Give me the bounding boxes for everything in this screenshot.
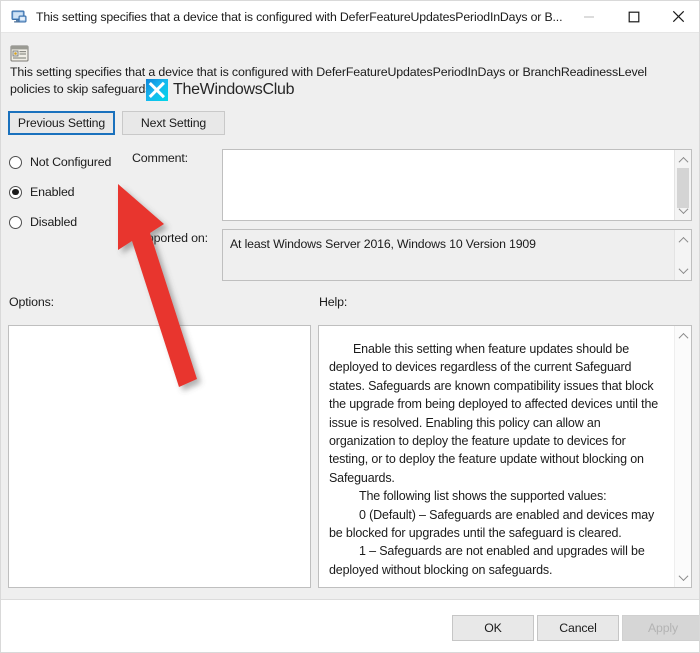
scroll-up-icon[interactable]	[675, 232, 691, 248]
radio-label: Disabled	[30, 215, 78, 229]
radio-label: Not Configured	[30, 155, 112, 169]
watermark-text: TheWindowsClub	[173, 81, 295, 98]
options-content	[9, 326, 310, 587]
titlebar: This setting specifies that a device tha…	[1, 1, 699, 33]
help-paragraph: 0 (Default) – Safeguards are enabled and…	[329, 507, 655, 541]
help-content: Enable this setting when feature updates…	[319, 326, 673, 587]
close-icon[interactable]	[656, 1, 699, 32]
comment-value	[223, 150, 674, 220]
radio-disabled[interactable]: Disabled	[9, 213, 77, 231]
comment-label: Comment:	[132, 151, 188, 165]
scroll-down-icon[interactable]	[675, 262, 691, 278]
next-setting-button[interactable]: Next Setting	[122, 111, 225, 135]
help-label: Help:	[319, 295, 348, 309]
thewindowsclub-logo-icon	[146, 79, 168, 101]
scroll-up-icon[interactable]	[675, 328, 691, 344]
watermark: TheWindowsClub	[146, 79, 294, 101]
ok-button[interactable]: OK	[452, 615, 534, 641]
scroll-down-icon[interactable]	[675, 569, 691, 585]
scroll-up-icon[interactable]	[675, 152, 691, 168]
policy-computer-icon	[10, 8, 28, 26]
cancel-button[interactable]: Cancel	[537, 615, 619, 641]
policy-setting-icon	[10, 45, 30, 63]
radio-indicator	[9, 185, 22, 199]
help-paragraph: 1 – Safeguards are not enabled and upgra…	[329, 544, 645, 577]
radio-indicator	[9, 215, 22, 229]
comment-scrollbar[interactable]	[674, 150, 691, 220]
window-title: This setting specifies that a device tha…	[36, 9, 563, 24]
help-paragraph: The following list shows the supported v…	[359, 489, 607, 504]
comment-input[interactable]	[222, 149, 692, 221]
maximize-icon[interactable]	[611, 1, 656, 32]
scroll-down-icon[interactable]	[675, 202, 691, 218]
radio-not-configured[interactable]: Not Configured	[9, 153, 111, 171]
supported-on-field[interactable]: At least Windows Server 2016, Windows 10…	[222, 229, 692, 281]
group-policy-setting-dialog: This setting specifies that a device tha…	[0, 0, 700, 653]
setting-description: This setting specifies that a device tha…	[10, 65, 647, 96]
apply-button[interactable]: Apply	[622, 615, 699, 641]
options-label: Options:	[9, 295, 54, 309]
help-panel: Enable this setting when feature updates…	[318, 325, 692, 588]
supported-on-value: At least Windows Server 2016, Windows 10…	[230, 237, 536, 251]
options-panel[interactable]	[8, 325, 311, 588]
minimize-icon[interactable]	[566, 1, 611, 32]
help-scrollbar[interactable]	[674, 326, 691, 587]
supported-on-scrollbar[interactable]	[674, 230, 691, 280]
previous-setting-button[interactable]: Previous Setting	[8, 111, 115, 135]
help-paragraph: Enable this setting when feature updates…	[329, 342, 659, 485]
window-controls	[566, 1, 699, 32]
supported-on-label: Supported on:	[132, 231, 208, 245]
radio-label: Enabled	[30, 185, 75, 199]
radio-enabled[interactable]: Enabled	[9, 183, 75, 201]
radio-indicator	[9, 155, 22, 169]
